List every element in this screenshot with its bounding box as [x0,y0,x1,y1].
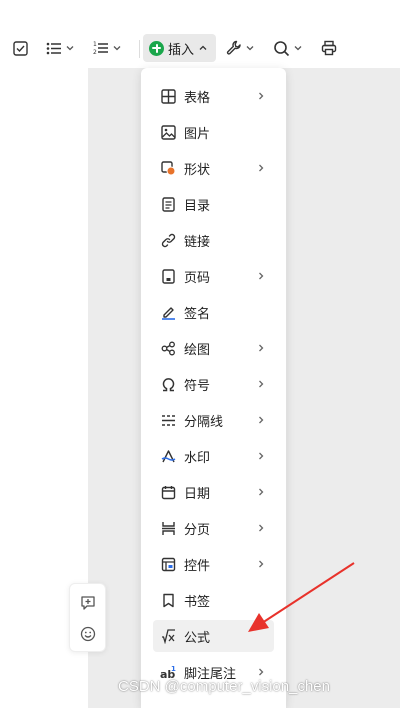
chevron-right-icon [259,488,264,496]
formula-icon [160,628,176,644]
menu-item-link[interactable]: 链接 [153,224,274,256]
menu-item-signature[interactable]: 签名 [153,296,274,328]
shape-icon [160,160,176,176]
toolbar-divider [139,40,140,58]
link-icon [160,232,176,248]
toc-icon [160,196,176,212]
chevron-right-icon [259,164,264,172]
chevron-right-icon [259,524,264,532]
emoji-icon[interactable] [80,626,96,642]
chevron-right-icon [259,344,264,352]
numbered-list-button[interactable]: 12 [93,34,122,62]
chevron-right-icon [259,452,264,460]
chevron-up-icon [199,45,207,50]
print-button[interactable] [321,34,337,62]
menu-item-table[interactable]: 表格 [153,80,274,112]
svg-text:2: 2 [93,49,97,56]
menu-item-label: 链接 [184,233,211,249]
menu-item-label: 日期 [184,485,211,501]
insert-label: 插入 [168,41,195,57]
floating-sidebar [69,583,106,652]
bullet-list-icon [46,42,61,54]
search-icon [274,40,290,56]
chevron-right-icon [259,92,264,100]
watermark-icon [160,448,176,464]
bullet-list-button[interactable] [46,34,75,62]
print-icon [321,40,337,56]
menu-item-drawing[interactable]: 绘图 [153,332,274,364]
menu-item-label: 分页 [184,521,211,537]
menu-item-date[interactable]: 日期 [153,476,274,508]
menu-item-label: 表格 [184,89,211,105]
menu-item-page-break[interactable]: 分页 [153,512,274,544]
insert-plus-icon [149,40,164,56]
chevron-down-icon [66,46,74,51]
divider-icon [160,412,176,428]
image-icon [160,124,176,140]
menu-item-toc[interactable]: 目录 [153,188,274,220]
chevron-down-icon [246,46,254,51]
chevron-down-icon [294,46,302,51]
checkbox-icon [13,40,28,56]
comment-add-icon[interactable] [80,595,96,611]
menu-item-label: 分隔线 [184,413,224,429]
calendar-icon [160,484,176,500]
menu-item-page-number[interactable]: 页码 [153,260,274,292]
menu-item-image[interactable]: 图片 [153,116,274,148]
menu-item-label: 页码 [184,269,211,285]
signature-icon [160,304,176,320]
menu-item-divider-line[interactable]: 分隔线 [153,404,274,436]
numbered-list-icon: 12 [93,41,108,56]
menu-item-label: 形状 [184,161,211,177]
page-number-icon [160,268,176,284]
menu-item-label: 符号 [184,377,211,393]
menu-item-watermark[interactable]: 水印 [153,440,274,472]
drawing-icon [160,340,176,356]
menu-item-label: 水印 [184,449,211,465]
menu-item-label: 目录 [184,197,211,213]
svg-text:1: 1 [171,665,176,673]
menu-item-label: 签名 [184,305,211,321]
wrench-icon [226,40,241,55]
page-break-icon [160,520,176,536]
table-icon [160,88,176,104]
menu-item-label: 图片 [184,125,211,141]
menu-item-symbol[interactable]: 符号 [153,368,274,400]
svg-text:1: 1 [93,41,97,48]
chevron-right-icon [259,380,264,388]
insert-button[interactable]: 插入 [143,34,216,62]
toolbar: 12 插入 [0,0,400,68]
tools-button[interactable] [226,34,255,62]
menu-item-label: 绘图 [184,341,211,357]
chevron-down-icon [113,46,121,51]
search-button[interactable] [273,34,303,62]
checkbox-button[interactable] [13,34,28,62]
chevron-right-icon [259,668,264,676]
omega-icon [160,376,176,392]
bookmark-icon [160,592,176,608]
control-icon [160,556,176,572]
watermark-text: CSDN @computer_vision_chen [118,678,330,695]
chevron-right-icon [259,416,264,424]
chevron-right-icon [259,272,264,280]
menu-item-shape[interactable]: 形状 [153,152,274,184]
annotation-arrow [248,562,355,632]
